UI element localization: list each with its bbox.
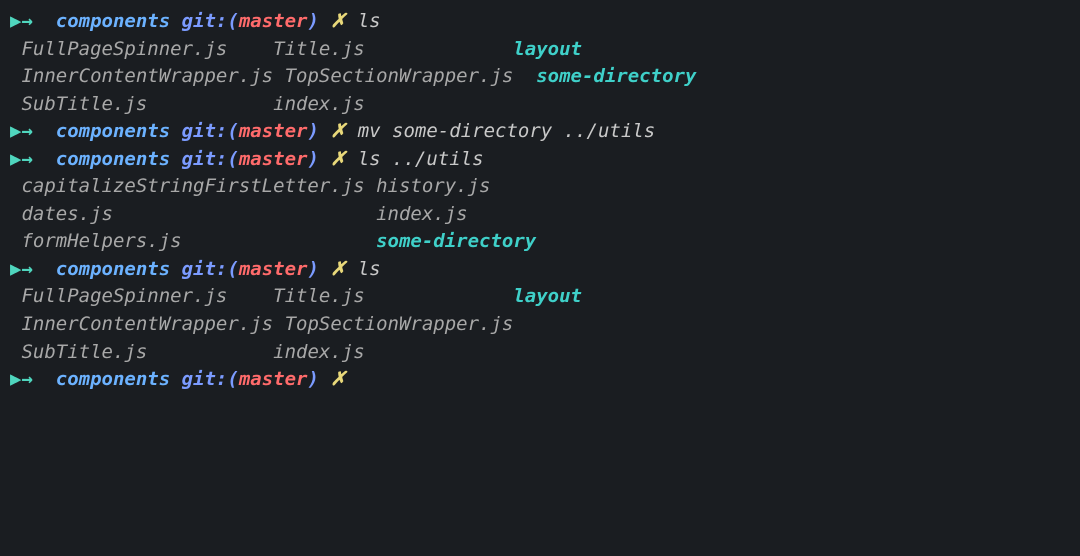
command-text: ls: [358, 256, 381, 284]
ls-file: index.js: [273, 91, 365, 119]
prompt-directory: components: [56, 366, 182, 394]
ls-file: Title.js: [273, 36, 513, 64]
prompt-arrow-icon: ▶→: [10, 366, 56, 394]
ls-file: FullPageSpinner.js: [21, 283, 273, 311]
prompt-line: ▶→ components git:(master) ✗ ls: [10, 256, 1070, 284]
prompt-directory: components: [56, 256, 182, 284]
prompt-git-label: git:: [182, 118, 228, 146]
paren-close: ): [307, 366, 318, 394]
prompt-git-label: git:: [182, 256, 228, 284]
prompt-directory: components: [56, 146, 182, 174]
output-row: FullPageSpinner.js Title.js layout: [10, 36, 1070, 64]
ls-file: Title.js: [273, 283, 513, 311]
prompt-directory: components: [56, 8, 182, 36]
output-row: SubTitle.js index.js: [10, 91, 1070, 119]
paren-close: ): [307, 146, 318, 174]
paren-open: (: [227, 146, 238, 174]
ls-folder: layout: [513, 283, 582, 311]
prompt-line: ▶→ components git:(master) ✗ mv some-dir…: [10, 118, 1070, 146]
ls-file: formHelpers.js: [21, 228, 376, 256]
ls-file: capitalizeStringFirstLetter.js: [21, 173, 376, 201]
command-text: ls ../utils: [358, 146, 484, 174]
prompt-arrow-icon: ▶→: [10, 118, 56, 146]
paren-open: (: [227, 118, 238, 146]
terminal-output[interactable]: ▶→ components git:(master) ✗ ls FullPage…: [10, 8, 1070, 394]
output-row: capitalizeStringFirstLetter.js history.j…: [10, 173, 1070, 201]
prompt-branch: master: [239, 256, 308, 284]
ls-file: FullPageSpinner.js: [21, 36, 273, 64]
prompt-line: ▶→ components git:(master) ✗ ls: [10, 8, 1070, 36]
output-row: dates.js index.js: [10, 201, 1070, 229]
prompt-branch: master: [239, 366, 308, 394]
ls-file: InnerContentWrapper.js: [21, 63, 284, 91]
prompt-git-label: git:: [182, 146, 228, 174]
prompt-dirty-icon: ✗: [319, 256, 358, 284]
output-row: FullPageSpinner.js Title.js layout: [10, 283, 1070, 311]
prompt-dirty-icon: ✗: [319, 118, 358, 146]
ls-folder: some-directory: [536, 63, 696, 91]
ls-folder: layout: [513, 36, 582, 64]
ls-file: SubTitle.js: [21, 91, 273, 119]
prompt-directory: components: [56, 118, 182, 146]
ls-file: dates.js: [21, 201, 376, 229]
prompt-line: ▶→ components git:(master) ✗: [10, 366, 1070, 394]
prompt-arrow-icon: ▶→: [10, 256, 56, 284]
paren-open: (: [227, 8, 238, 36]
ls-folder: some-directory: [376, 228, 536, 256]
prompt-arrow-icon: ▶→: [10, 8, 56, 36]
prompt-branch: master: [239, 146, 308, 174]
ls-file: SubTitle.js: [21, 339, 273, 367]
command-text: mv some-directory ../utils: [358, 118, 655, 146]
paren-open: (: [227, 366, 238, 394]
ls-file: TopSectionWrapper.js: [285, 63, 537, 91]
output-row: SubTitle.js index.js: [10, 339, 1070, 367]
prompt-branch: master: [239, 8, 308, 36]
prompt-dirty-icon: ✗: [319, 146, 358, 174]
ls-file: index.js: [273, 339, 365, 367]
output-row: InnerContentWrapper.js TopSectionWrapper…: [10, 311, 1070, 339]
ls-file: history.js: [376, 173, 490, 201]
ls-file: TopSectionWrapper.js: [285, 311, 514, 339]
output-row: InnerContentWrapper.js TopSectionWrapper…: [10, 63, 1070, 91]
paren-close: ): [307, 118, 318, 146]
ls-file: index.js: [376, 201, 468, 229]
prompt-git-label: git:: [182, 8, 228, 36]
prompt-dirty-icon: ✗: [319, 366, 358, 394]
prompt-branch: master: [239, 118, 308, 146]
prompt-git-label: git:: [182, 366, 228, 394]
output-row: formHelpers.js some-directory: [10, 228, 1070, 256]
paren-close: ): [307, 8, 318, 36]
paren-open: (: [227, 256, 238, 284]
prompt-line: ▶→ components git:(master) ✗ ls ../utils: [10, 146, 1070, 174]
prompt-arrow-icon: ▶→: [10, 146, 56, 174]
paren-close: ): [307, 256, 318, 284]
prompt-dirty-icon: ✗: [319, 8, 358, 36]
ls-file: InnerContentWrapper.js: [21, 311, 284, 339]
command-text: ls: [358, 8, 381, 36]
